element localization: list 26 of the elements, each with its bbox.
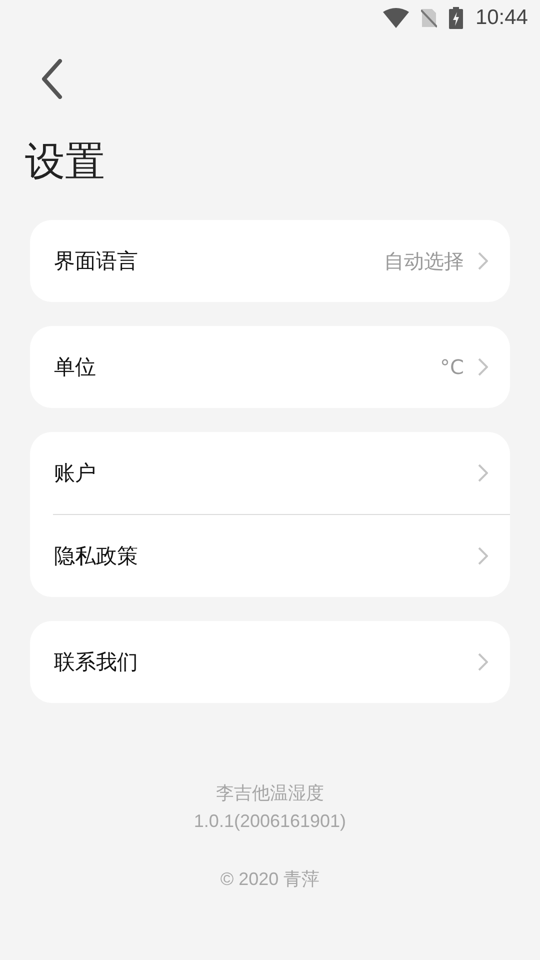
chevron-right-icon — [478, 653, 488, 671]
back-icon[interactable] — [40, 59, 64, 99]
no-sim-icon — [421, 8, 438, 28]
item-label: 单位 — [54, 354, 97, 381]
app-version: 1.0.1(2006161901) — [194, 810, 346, 833]
page-title: 设置 — [24, 138, 106, 187]
status-time: 10:44 — [475, 6, 528, 30]
item-label: 界面语言 — [54, 248, 139, 275]
chevron-right-icon — [478, 464, 488, 482]
item-value: °C — [440, 355, 464, 379]
settings-item[interactable]: 账户 — [30, 432, 510, 514]
settings-item[interactable]: 隐私政策 — [30, 515, 510, 597]
app-name: 李吉他温湿度 — [216, 782, 324, 805]
item-label: 联系我们 — [54, 649, 139, 676]
settings-item[interactable]: 单位 °C — [30, 326, 510, 408]
chevron-right-icon — [478, 358, 488, 376]
wifi-icon — [383, 8, 410, 28]
copyright: © 2020 青萍 — [220, 868, 320, 891]
item-value: 自动选择 — [384, 248, 464, 274]
settings-item[interactable]: 界面语言 自动选择 — [30, 220, 510, 302]
settings-item[interactable]: 联系我们 — [30, 621, 510, 703]
battery-charging-icon — [449, 7, 464, 29]
item-label: 账户 — [54, 460, 97, 487]
chevron-right-icon — [478, 252, 488, 270]
chevron-right-icon — [478, 547, 488, 565]
item-label: 隐私政策 — [54, 543, 139, 570]
